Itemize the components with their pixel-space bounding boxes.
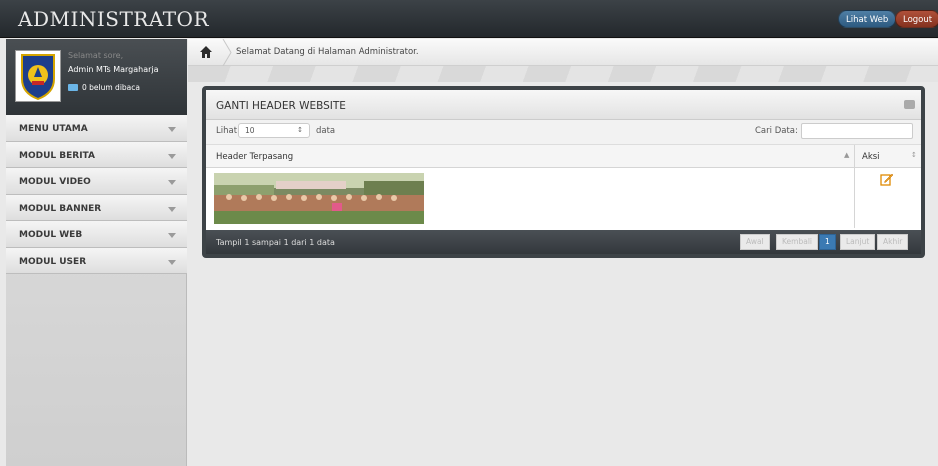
page-length-value: 10 [245,126,255,135]
chevron-down-icon [168,127,176,132]
unread-label: 0 belum dibaca [82,83,140,92]
breadcrumb-text: Selamat Datang di Halaman Administrator. [236,47,419,57]
sort-both-icon[interactable]: ↕ [911,151,917,159]
sidebar-item-modul-web[interactable]: MODUL WEB [6,221,187,248]
pagination-next-button[interactable]: Lanjut [840,234,876,250]
top-bar: ADMINISTRATOR Lihat Web Logout [0,0,938,38]
chevron-down-icon [168,259,176,265]
greeting-text: Selamat sore, [68,51,124,60]
table-info: Tampil 1 sampai 1 dari 1 data [216,238,335,247]
table-header: Header Terpasang ▲ Aksi ↕ [206,145,921,168]
sidebar-menu: MENU UTAMA MODUL BERITA MODUL VIDEO MODU… [6,115,187,274]
chevron-down-icon [168,206,176,212]
edit-icon[interactable] [880,172,894,186]
page-length-suffix: data [316,126,336,136]
chevron-down-icon [168,233,176,238]
app-title: ADMINISTRATOR [18,7,210,31]
profile-box: Selamat sore, Admin MTs Margaharja 0 bel… [6,39,187,115]
admin-name: Admin MTs Margaharja [68,65,159,74]
collapse-icon[interactable] [904,100,915,109]
home-icon[interactable] [199,45,213,59]
sidebar-item-label: MODUL WEB [19,230,83,240]
pagination-prev-button[interactable]: Kembali [776,234,818,250]
avatar [15,50,61,102]
sidebar-item-modul-video[interactable]: MODUL VIDEO [6,168,187,195]
sidebar-item-label: MODUL BANNER [19,203,102,214]
unread-messages-link[interactable]: 0 belum dibaca [68,83,140,92]
page-length-label: Lihat [216,126,238,136]
header-image [214,173,424,224]
column-divider [854,145,855,168]
table-row [206,168,921,228]
sidebar-item-modul-berita[interactable]: MODUL BERITA [6,141,187,168]
sidebar: Selamat sore, Admin MTs Margaharja 0 bel… [6,39,187,466]
decorative-stripe [188,66,938,82]
search-label: Cari Data: [755,126,798,136]
page-length-select[interactable]: 10 ↕ [238,123,310,138]
sort-asc-icon[interactable]: ▲ [844,151,849,159]
pagination-last-button[interactable]: Akhir [877,234,909,250]
select-arrows-icon: ↕ [297,126,303,134]
sidebar-item-label: MENU UTAMA [19,124,88,134]
panel-header: GANTI HEADER WEBSITE [206,90,921,120]
table-footer: Tampil 1 sampai 1 dari 1 data Awal Kemba… [206,230,921,254]
column-header-terpasang[interactable]: Header Terpasang [216,152,293,162]
column-divider [854,168,855,228]
breadcrumb: Selamat Datang di Halaman Administrator. [188,39,938,66]
header-panel: GANTI HEADER WEBSITE Lihat 10 ↕ data Car… [202,86,925,258]
logout-button[interactable]: Logout [895,10,938,28]
view-site-button[interactable]: Lihat Web [838,10,897,28]
panel-title: GANTI HEADER WEBSITE [216,100,346,112]
sidebar-item-label: MODUL USER [19,256,87,267]
pagination-first-button[interactable]: Awal [740,234,770,250]
column-header-aksi[interactable]: Aksi [862,152,880,162]
sidebar-item-modul-banner[interactable]: MODUL BANNER [6,194,187,221]
pagination-page-button[interactable]: 1 [819,234,836,250]
sidebar-item-menu-utama[interactable]: MENU UTAMA [6,115,187,142]
sidebar-item-label: MODUL BERITA [19,150,95,161]
mail-icon [68,84,78,91]
breadcrumb-separator [222,39,232,66]
table-controls: Lihat 10 ↕ data Cari Data: [206,120,921,145]
sidebar-item-modul-user[interactable]: MODUL USER [6,247,187,274]
chevron-down-icon [168,180,176,185]
chevron-down-icon [168,153,176,159]
search-input[interactable] [801,123,913,139]
sidebar-item-label: MODUL VIDEO [19,177,91,187]
